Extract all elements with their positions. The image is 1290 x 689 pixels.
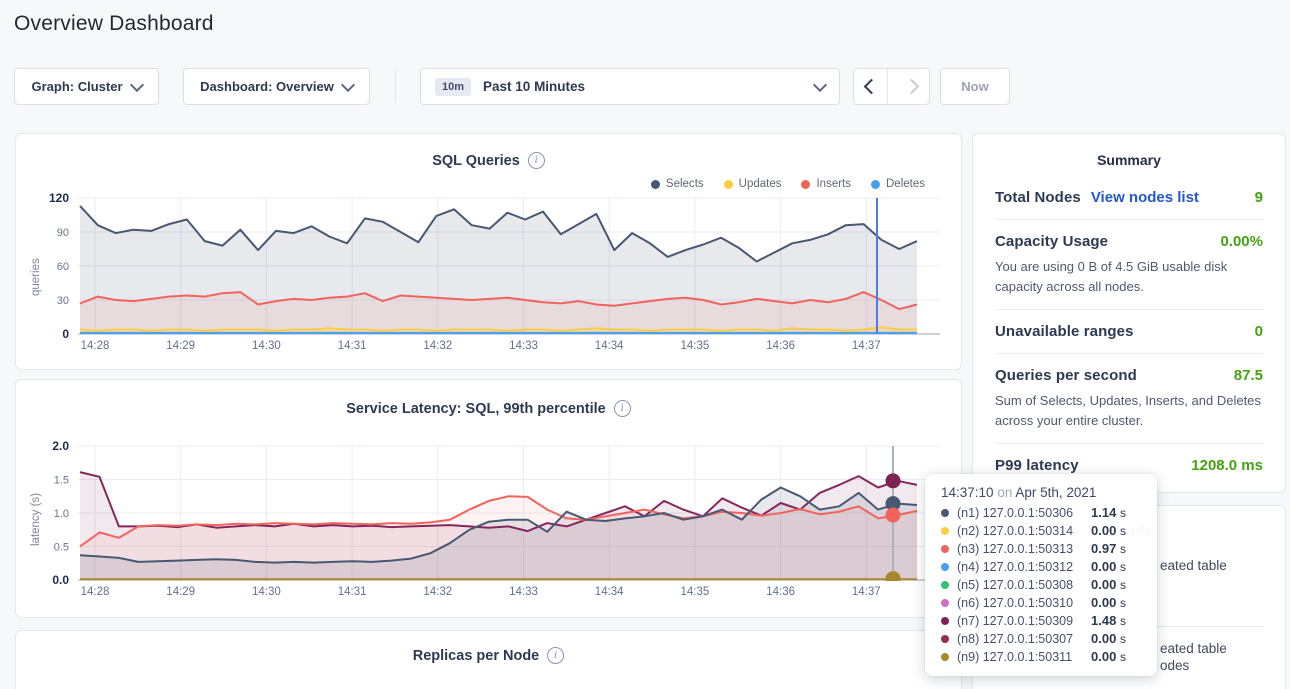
summary-row-queries-per-second: Queries per second 87.5 Sum of Selects, …	[995, 354, 1263, 444]
summary-panel: Summary Total Nodes View nodes list 9 Ca…	[972, 133, 1286, 493]
tooltip-timestamp: 14:37:10 on Apr 5th, 2021	[941, 485, 1141, 500]
svg-text:14:36: 14:36	[766, 340, 795, 352]
queries-per-second-value: 87.5	[1234, 367, 1263, 384]
chart-hover-tooltip: 14:37:10 on Apr 5th, 2021 (n1) 127.0.0.1…	[925, 474, 1157, 676]
summary-panel-title: Summary	[995, 148, 1263, 168]
node-color-dot	[941, 653, 949, 661]
replicas-chart-title: Replicas per Node i	[16, 647, 961, 664]
svg-text:14:35: 14:35	[681, 340, 710, 352]
svg-text:14:37: 14:37	[852, 340, 881, 352]
graph-dropdown-label: Graph: Cluster	[31, 79, 122, 94]
tooltip-node-row: (n3) 127.0.0.1:50313 0.97 s	[941, 541, 1141, 556]
tooltip-node-row: (n9) 127.0.0.1:50311 0.00 s	[941, 649, 1141, 664]
node-color-dot	[941, 617, 949, 625]
page-title: Overview Dashboard	[14, 12, 214, 36]
sql-queries-plot[interactable]: 0 30 60 90 120 14:28 14:29 14:30 14:31 14:32 14:33…	[15, 186, 962, 362]
summary-row-capacity-usage: Capacity Usage 0.00% You are using 0 B o…	[995, 220, 1263, 310]
unavailable-ranges-value: 0	[1255, 323, 1263, 340]
svg-text:30: 30	[57, 295, 69, 307]
svg-text:14:31: 14:31	[338, 340, 367, 352]
node-color-dot	[941, 563, 949, 571]
svg-text:14:31: 14:31	[338, 586, 367, 598]
tooltip-node-row: (n8) 127.0.0.1:50307 0.00 s	[941, 631, 1141, 646]
time-range-badge: 10m	[435, 78, 471, 96]
chevron-left-icon	[864, 79, 880, 95]
svg-text:14:34: 14:34	[595, 340, 624, 352]
time-range-dropdown[interactable]: 10m Past 10 Minutes	[420, 68, 840, 105]
svg-text:0: 0	[62, 327, 69, 341]
node-color-dot	[941, 545, 949, 553]
svg-text:14:28: 14:28	[81, 340, 110, 352]
tooltip-node-row: (n2) 127.0.0.1:50314 0.00 s	[941, 523, 1141, 538]
graph-dropdown[interactable]: Graph: Cluster	[14, 68, 159, 105]
replicas-chart-card: Replicas per Node i	[15, 630, 962, 689]
svg-text:14:30: 14:30	[252, 340, 281, 352]
chevron-down-icon	[341, 77, 355, 91]
tooltip-node-row: (n6) 127.0.0.1:50310 0.00 s	[941, 595, 1141, 610]
svg-text:0.5: 0.5	[54, 542, 69, 554]
event-item-fragment: eated table	[1160, 641, 1227, 656]
tooltip-node-row: (n4) 127.0.0.1:50312 0.00 s	[941, 559, 1141, 574]
svg-text:14:34: 14:34	[595, 586, 624, 598]
svg-text:90: 90	[57, 227, 69, 239]
svg-text:14:35: 14:35	[681, 586, 710, 598]
view-nodes-list-link[interactable]: View nodes list	[1091, 189, 1199, 206]
tooltip-node-row: (n7) 127.0.0.1:50309 1.48 s	[941, 613, 1141, 628]
svg-text:120: 120	[49, 191, 69, 205]
total-nodes-value: 9	[1255, 189, 1263, 206]
latency-plot[interactable]: 0.0 0.5 1.0 1.5 2.0 14:28 14:29 14:30 14:31 14:32…	[15, 434, 962, 610]
svg-text:14:32: 14:32	[423, 340, 452, 352]
tooltip-node-row: (n1) 127.0.0.1:50306 1.14 s	[941, 505, 1141, 520]
sql-queries-chart-title: SQL Queries i	[16, 152, 961, 169]
queries-per-second-description: Sum of Selects, Updates, Inserts, and De…	[995, 391, 1263, 430]
chevron-down-icon	[129, 77, 143, 91]
node-color-dot	[941, 581, 949, 589]
capacity-usage-value: 0.00%	[1220, 233, 1263, 250]
svg-text:1.5: 1.5	[54, 475, 69, 487]
svg-text:14:29: 14:29	[166, 586, 195, 598]
summary-row-unavailable-ranges: Unavailable ranges 0	[995, 310, 1263, 354]
capacity-usage-description: You are using 0 B of 4.5 GiB usable disk…	[995, 257, 1263, 296]
svg-text:14:33: 14:33	[509, 340, 538, 352]
dashboard-dropdown-label: Dashboard: Overview	[200, 79, 334, 94]
info-icon[interactable]: i	[547, 647, 564, 664]
info-icon[interactable]: i	[528, 152, 545, 169]
p99-latency-value: 1208.0 ms	[1191, 457, 1263, 474]
event-item-fragment: odes	[1160, 658, 1189, 673]
dashboard-dropdown[interactable]: Dashboard: Overview	[183, 68, 370, 105]
time-step-forward-button-disabled[interactable]	[897, 69, 930, 104]
svg-text:60: 60	[57, 261, 69, 273]
tooltip-node-row: (n5) 127.0.0.1:50308 0.00 s	[941, 577, 1141, 592]
svg-text:14:28: 14:28	[81, 586, 110, 598]
info-icon[interactable]: i	[614, 400, 631, 417]
time-range-label: Past 10 Minutes	[483, 79, 585, 94]
svg-text:2.0: 2.0	[52, 439, 69, 453]
svg-text:14:30: 14:30	[252, 586, 281, 598]
node-color-dot	[941, 599, 949, 607]
event-item-fragment: eated table	[1160, 558, 1227, 573]
chevron-down-icon	[813, 77, 827, 91]
svg-text:14:36: 14:36	[766, 586, 795, 598]
svg-text:0.0: 0.0	[52, 573, 69, 587]
now-button-disabled[interactable]: Now	[940, 68, 1010, 105]
time-step-button-group	[853, 68, 930, 105]
svg-text:1.0: 1.0	[54, 508, 69, 520]
svg-text:14:33: 14:33	[509, 586, 538, 598]
toolbar-divider	[395, 70, 396, 103]
summary-row-total-nodes: Total Nodes View nodes list 9	[995, 176, 1263, 220]
overview-dashboard-screen: Overview Dashboard Graph: Cluster Dashbo…	[0, 0, 1290, 689]
node-color-dot	[941, 527, 949, 535]
now-button-label: Now	[961, 79, 988, 94]
latency-chart-title: Service Latency: SQL, 99th percentile i	[16, 400, 961, 417]
time-step-back-button[interactable]	[854, 69, 888, 104]
chevron-right-icon	[903, 79, 919, 95]
svg-text:14:37: 14:37	[852, 586, 881, 598]
svg-text:14:29: 14:29	[166, 340, 195, 352]
node-color-dot	[941, 509, 949, 517]
svg-text:14:32: 14:32	[423, 586, 452, 598]
node-color-dot	[941, 635, 949, 643]
